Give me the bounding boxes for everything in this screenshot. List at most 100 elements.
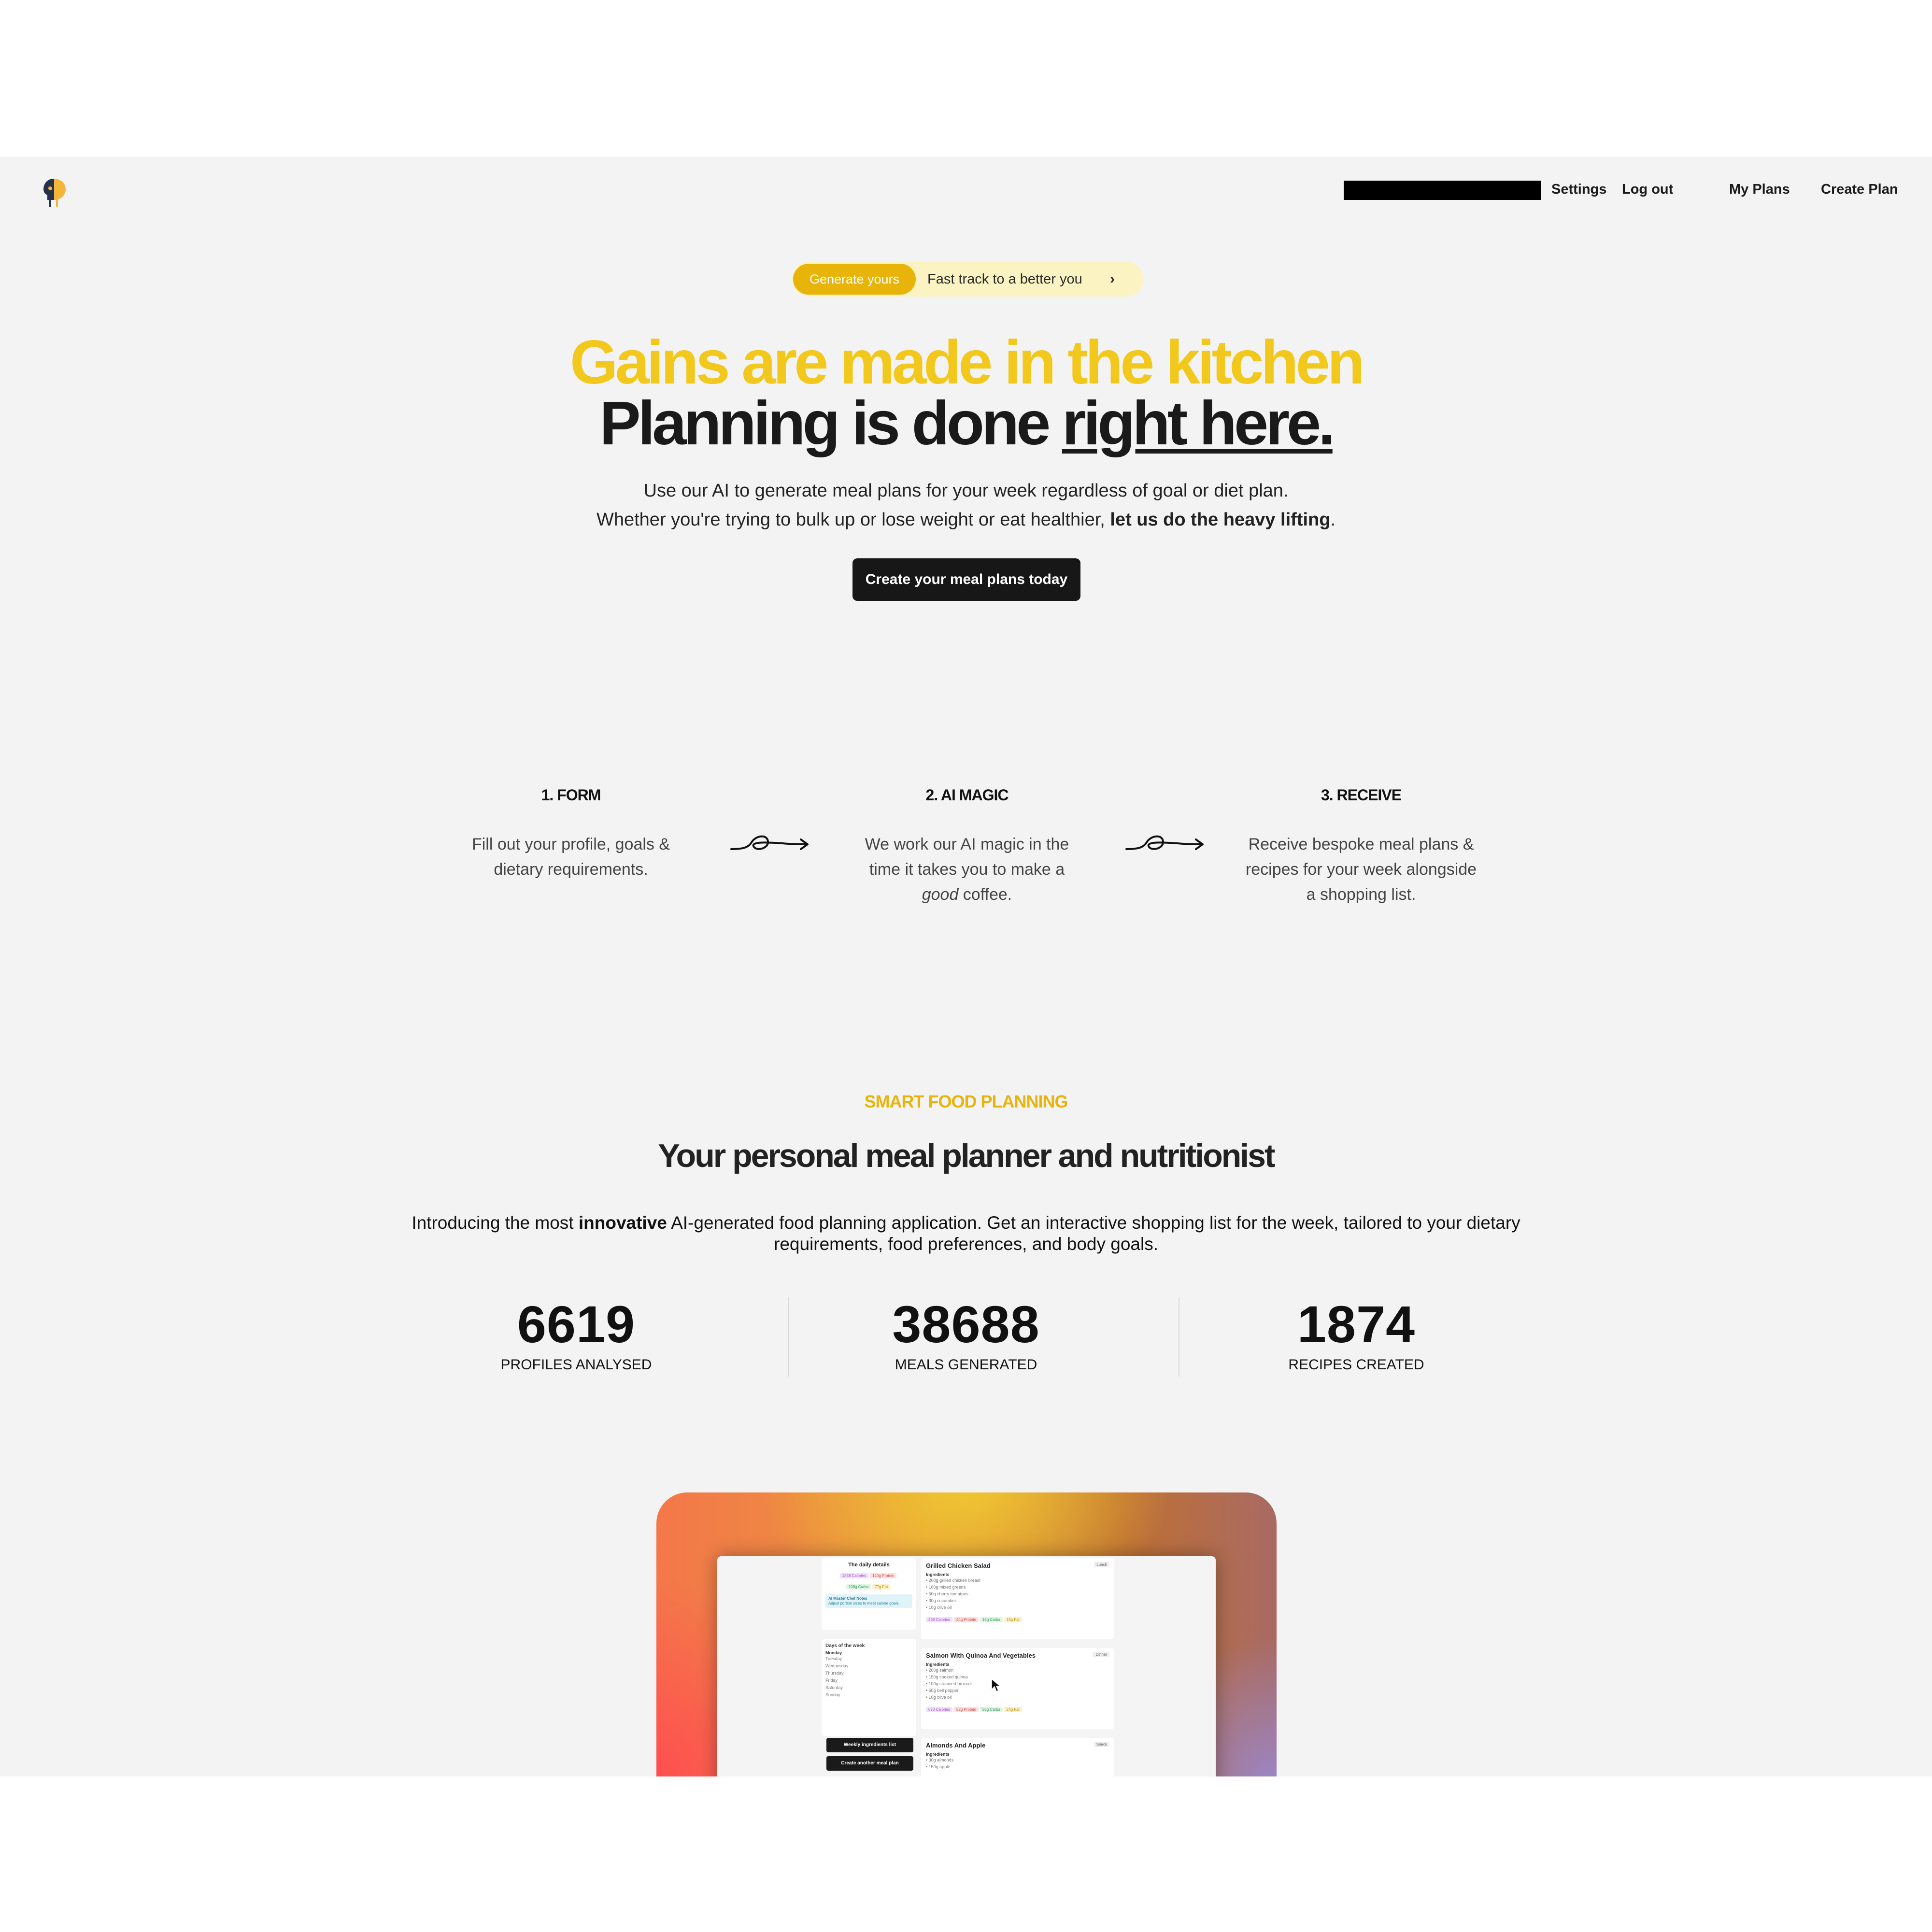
tag-fat: 77g Fat	[872, 1584, 891, 1590]
announcement-pill[interactable]: Generate yours Fast track to a better yo…	[792, 262, 1144, 297]
stat-value: 38688	[892, 1295, 1040, 1353]
meal-card-lunch: Grilled Chicken Salad Lunch Ingredients …	[921, 1558, 1114, 1639]
ingredient-text: 200g salmon	[928, 1668, 954, 1673]
headline-underlined: right here.	[1062, 389, 1335, 458]
hero-subtext-2-suffix: .	[1330, 510, 1335, 530]
section-title: Your personal meal planner and nutrition…	[658, 1137, 1275, 1174]
nav-logout-link[interactable]: Log out	[1622, 182, 1673, 198]
section-eyebrow: SMART FOOD PLANNING	[864, 1092, 1068, 1111]
ingredient-text: 100g steamed broccoli	[928, 1681, 973, 1686]
stat-label: PROFILES ANALYSED	[500, 1357, 652, 1373]
stat-meals: 38688 MEALS GENERATED	[821, 1295, 1111, 1375]
ingredient-text: 50g bell pepper	[928, 1688, 959, 1693]
ingredient-text: 10g olive oil	[928, 1695, 952, 1700]
intro-prefix: Introducing the most	[412, 1213, 579, 1233]
hero-subtext-2: Whether you're trying to bulk up or lose…	[0, 505, 1932, 534]
days-title: Days of the week	[825, 1643, 865, 1648]
step-text-suffix: coffee.	[958, 885, 1012, 904]
daily-tags: 1858 Calories 140g Protein	[825, 1571, 912, 1579]
redacted-user-name	[1344, 181, 1541, 200]
landing-page: Settings Log out My Plans Create Plan Ge…	[0, 156, 1932, 1776]
tag-protein: 140g Protein	[870, 1573, 897, 1578]
intro-suffix: AI-generated food planning application. …	[667, 1213, 1520, 1254]
ingredient-text: 100g mixed greens	[928, 1585, 966, 1590]
step-title: 2. AI MAGIC	[925, 786, 1009, 804]
nav-my-plans-link[interactable]: My Plans	[1729, 182, 1790, 198]
meal-name: Salmon With Quinoa And Vegetables	[926, 1652, 1036, 1659]
ingredient-text: 150g apple	[928, 1764, 951, 1769]
top-nav: Settings Log out My Plans Create Plan	[0, 156, 1932, 224]
tag-calories: 673 Calories	[926, 1707, 952, 1712]
headline-yellow: Gains are made in the kitchen	[570, 328, 1365, 397]
tag-carbs: 16g Carbs	[980, 1617, 1003, 1622]
stat-divider	[788, 1297, 789, 1377]
create-another-plan-button[interactable]: Create another meal plan	[826, 1756, 913, 1771]
headline-dark: Planning is done right here.	[0, 392, 1932, 455]
section-intro: Introducing the most innovative AI-gener…	[411, 1212, 1521, 1255]
chef-note-text: Adjust portion sizes to meet calorie goa…	[828, 1601, 900, 1605]
day-item-wednesday[interactable]: Wednesday	[825, 1662, 912, 1670]
step-title: 3. RECEIVE	[1321, 786, 1402, 804]
ingredient-item: • 10g olive oil	[926, 1695, 952, 1700]
weekly-ingredients-button[interactable]: Weekly ingredients list	[826, 1738, 913, 1752]
meal-name: Grilled Chicken Salad	[926, 1562, 991, 1569]
chef-note: AI Master Chef Notes Adjust portion size…	[825, 1594, 912, 1608]
step-ai-magic: 2. AI MAGIC We work our AI magic in the …	[851, 785, 1083, 907]
stat-value: 1874	[1297, 1295, 1416, 1353]
ingredients-label: Ingredients	[926, 1572, 950, 1577]
hero-subtext-1: Use our AI to generate meal plans for yo…	[643, 481, 1289, 501]
day-item-monday[interactable]: Monday	[825, 1650, 912, 1655]
ingredient-item: • 100g steamed broccoli	[926, 1681, 973, 1686]
day-item-sunday[interactable]: Sunday	[825, 1691, 912, 1699]
app-preview: The daily details 1858 Calories 140g Prot…	[656, 1492, 1277, 1776]
day-item-saturday[interactable]: Saturday	[825, 1684, 912, 1691]
ingredient-item: • 150g apple	[926, 1764, 951, 1769]
meal-card-dinner: Salmon With Quinoa And Vegetables Dinner…	[921, 1648, 1114, 1729]
step-text: We work our AI magic in the time it take…	[851, 832, 1083, 907]
ingredient-text: 200g grilled chicken breast	[928, 1578, 980, 1583]
ingredient-item: • 30g cucumber	[926, 1598, 956, 1603]
ingredient-item: • 200g grilled chicken breast	[926, 1578, 980, 1583]
step-form: 1. FORM Fill out your profile, goals & d…	[455, 785, 687, 882]
daily-tags-2: 108g Carbs 77g Fat	[825, 1582, 912, 1591]
step-text-prefix: We work our AI magic in the time it take…	[865, 835, 1069, 879]
day-item-friday[interactable]: Friday	[825, 1677, 912, 1684]
tag-protein: 44g Protein	[953, 1617, 979, 1622]
ingredient-item: • 200g salmon	[926, 1668, 954, 1673]
pill-text: Fast track to a better you	[927, 271, 1082, 287]
daily-details-card: The daily details 1858 Calories 140g Prot…	[822, 1558, 916, 1630]
meal-card-snack: Almonds And Apple Snack Ingredients • 30…	[921, 1738, 1114, 1776]
ingredient-item: • 150g cooked quinoa	[926, 1675, 968, 1679]
create-meal-plans-button[interactable]: Create your meal plans today	[852, 558, 1080, 601]
meal-type-badge: Lunch	[1094, 1562, 1109, 1567]
ingredient-item: • 30g almonds	[926, 1758, 954, 1762]
stat-recipes: 1874 RECIPES CREATED	[1211, 1295, 1501, 1375]
nav-settings-link[interactable]: Settings	[1551, 182, 1606, 198]
day-item-thursday[interactable]: Thursday	[825, 1670, 912, 1677]
ingredient-item: • 10g olive oil	[926, 1605, 952, 1610]
squiggle-arrow-icon	[1125, 835, 1204, 850]
tag-calories: 469 Calories	[926, 1617, 952, 1622]
ingredient-text: 150g cooked quinoa	[928, 1675, 968, 1679]
chef-note-title: AI Master Chef Notes	[828, 1596, 867, 1601]
ingredients-label: Ingredients	[926, 1662, 950, 1667]
step-title: 1. FORM	[541, 786, 601, 804]
intro-bold: innovative	[578, 1213, 667, 1233]
meal-tags: 469 Calories 44g Protein 16g Carbs 15g Fat	[926, 1615, 1109, 1623]
nav-create-plan-link[interactable]: Create Plan	[1821, 182, 1898, 198]
day-item-tuesday[interactable]: Tuesday	[825, 1655, 912, 1662]
ingredient-item: • 100g mixed greens	[926, 1585, 966, 1590]
ingredient-text: 50g cherry tomatoes	[928, 1591, 968, 1596]
ingredient-text: 10g olive oil	[928, 1605, 952, 1610]
step-text: Receive bespoke meal plans & recipes for…	[1245, 835, 1477, 904]
daily-title: The daily details	[848, 1562, 890, 1568]
tag-fat: 15g Fat	[1004, 1617, 1022, 1622]
ingredient-item: • 50g bell pepper	[926, 1688, 959, 1693]
stat-value: 6619	[517, 1295, 636, 1353]
headline-dark-prefix: Planning is done	[599, 389, 1062, 458]
stat-profiles: 6619 PROFILES ANALYSED	[431, 1295, 721, 1375]
tag-carbs: 108g Carbs	[846, 1584, 871, 1590]
mouse-cursor-icon	[991, 1678, 1001, 1692]
logo-icon[interactable]	[40, 176, 69, 208]
step-text: Fill out your profile, goals & dietary r…	[471, 835, 670, 879]
